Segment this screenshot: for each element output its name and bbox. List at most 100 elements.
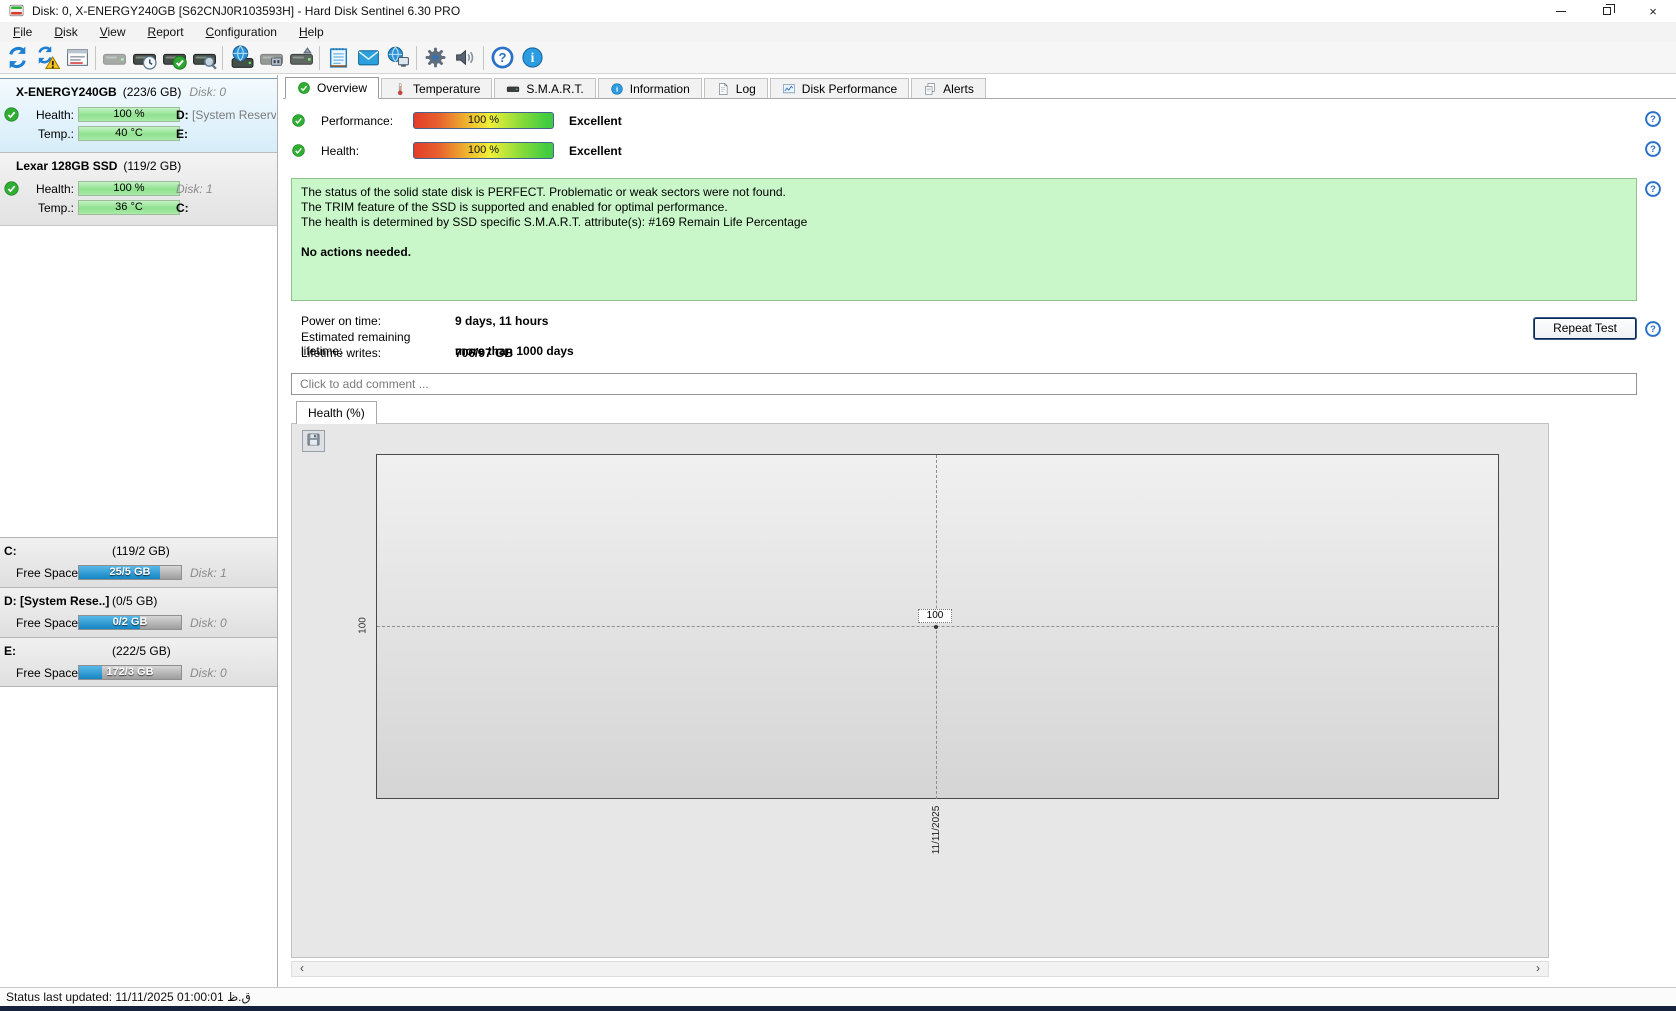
help-toolbar-button[interactable]: ? bbox=[487, 43, 517, 72]
settings-gear-toolbar-button[interactable] bbox=[420, 43, 450, 72]
partition-row-d[interactable]: D: [System Rese..] (0/5 GB) Free Space 0… bbox=[0, 587, 277, 637]
performance-rating: Excellent bbox=[569, 114, 622, 128]
tab-disk-performance[interactable]: Disk Performance bbox=[770, 78, 909, 98]
disk-plug-toolbar-button[interactable] bbox=[256, 43, 286, 72]
restore-icon bbox=[1603, 7, 1611, 15]
log-page-icon bbox=[716, 82, 730, 96]
disk-ok-icon bbox=[3, 106, 20, 123]
chart-horizontal-scrollbar[interactable]: ‹ › bbox=[291, 961, 1549, 977]
horizontal-gridline bbox=[377, 626, 1499, 627]
menu-report[interactable]: Report bbox=[137, 23, 195, 41]
partition-name: C: bbox=[4, 544, 17, 558]
floppy-save-icon bbox=[306, 432, 321, 450]
free-space-label: Free Space bbox=[16, 566, 78, 580]
partition-ref-bottom: C: bbox=[176, 201, 276, 215]
sound-toolbar-button[interactable] bbox=[450, 43, 480, 72]
menu-configuration[interactable]: Configuration bbox=[195, 23, 288, 41]
temp-bar: 36 °C bbox=[78, 200, 180, 215]
disk-eject-toolbar-button[interactable] bbox=[286, 43, 316, 72]
tab-information[interactable]: iInformation bbox=[598, 78, 702, 98]
performance-label: Performance: bbox=[321, 114, 393, 128]
y-axis-tick-label: 100 bbox=[358, 611, 369, 641]
stat-value: 706/97 GB bbox=[455, 346, 513, 360]
menu-file[interactable]: File bbox=[2, 23, 43, 41]
info-toolbar-button[interactable]: i bbox=[517, 43, 547, 72]
disk-status-toolbar-button[interactable] bbox=[62, 43, 92, 72]
menu-disk[interactable]: Disk bbox=[43, 23, 88, 41]
partition-size: (222/5 GB) bbox=[112, 644, 171, 658]
temp-label: Temp.: bbox=[22, 127, 74, 141]
repeat-test-help-icon[interactable]: ? bbox=[1644, 320, 1662, 338]
refresh-toolbar-button[interactable] bbox=[2, 43, 32, 72]
bottom-edge-strip bbox=[0, 1006, 1676, 1011]
free-space-bar: 25/5 GB bbox=[78, 565, 182, 580]
partition-row-e[interactable]: E: (222/5 GB) Free Space 172/3 GB Disk: … bbox=[0, 637, 277, 687]
disk-size: (119/2 GB) bbox=[123, 159, 181, 173]
app-icon bbox=[9, 3, 25, 19]
thermometer-icon bbox=[393, 82, 407, 96]
mail-toolbar-button[interactable] bbox=[353, 43, 383, 72]
disk-size: (223/6 GB) bbox=[123, 85, 182, 99]
partition-ref-top: D: [System Reserved bbox=[176, 108, 276, 122]
scroll-right-arrow-icon[interactable]: › bbox=[1530, 962, 1546, 976]
performance-row: Performance: 100 % Excellent bbox=[291, 112, 991, 129]
alerts-pages-icon bbox=[923, 82, 937, 96]
disk-toolbar-button[interactable] bbox=[99, 43, 129, 72]
svg-text:?: ? bbox=[498, 50, 506, 65]
performance-ok-icon bbox=[291, 113, 306, 131]
window-title: Disk: 0, X-ENERGY240GB [S62CNJ0R103593H]… bbox=[32, 4, 460, 18]
refresh-warning-toolbar-button[interactable] bbox=[32, 43, 62, 72]
disk-globe-toolbar-button[interactable] bbox=[226, 43, 256, 72]
toolbar-separator bbox=[416, 46, 417, 70]
toolbar-separator bbox=[95, 46, 96, 70]
notepad-toolbar-button[interactable] bbox=[323, 43, 353, 72]
tab-overview[interactable]: Overview bbox=[285, 77, 379, 99]
disk-list-panel: X-ENERGY240GB(223/6 GB)Disk: 0 Health: 1… bbox=[0, 75, 278, 987]
scroll-left-arrow-icon[interactable]: ‹ bbox=[294, 962, 310, 976]
menu-bar: File Disk View Report Configuration Help bbox=[0, 22, 1676, 42]
status-text-box: The status of the solid state disk is PE… bbox=[291, 178, 1637, 301]
status-line: The health is determined by SSD specific… bbox=[301, 215, 1627, 230]
tab-temperature[interactable]: Temperature bbox=[381, 78, 492, 98]
comment-input[interactable] bbox=[291, 373, 1637, 395]
svg-text:?: ? bbox=[1650, 114, 1656, 124]
temp-bar: 40 °C bbox=[78, 126, 180, 141]
status-help-icon[interactable]: ? bbox=[1644, 180, 1662, 198]
svg-text:i: i bbox=[616, 84, 618, 93]
menu-help[interactable]: Help bbox=[288, 23, 335, 41]
toolbar-separator bbox=[222, 46, 223, 70]
disk-entry-lexar[interactable]: Lexar 128GB SSD(119/2 GB) Health: 100 % … bbox=[0, 152, 277, 226]
save-chart-button[interactable] bbox=[302, 430, 325, 452]
health-bar: 100 % bbox=[78, 181, 180, 196]
tab-alerts[interactable]: Alerts bbox=[911, 78, 986, 98]
disk-clock-toolbar-button[interactable] bbox=[129, 43, 159, 72]
health-help-icon[interactable]: ? bbox=[1644, 140, 1662, 158]
partition-row-c[interactable]: C: (119/2 GB) Free Space 25/5 GB Disk: 1 bbox=[0, 537, 277, 587]
network-message-toolbar-button[interactable] bbox=[383, 43, 413, 72]
disk-entry-xenergy[interactable]: X-ENERGY240GB(223/6 GB)Disk: 0 Health: 1… bbox=[0, 78, 277, 152]
tab-log[interactable]: Log bbox=[704, 78, 768, 98]
stat-label: Lifetime writes: bbox=[301, 346, 455, 360]
menu-view[interactable]: View bbox=[89, 23, 137, 41]
tab-smart[interactable]: S.M.A.R.T. bbox=[494, 78, 595, 98]
toolbar-separator bbox=[483, 46, 484, 70]
data-point-marker bbox=[934, 625, 938, 629]
health-row: Health: 100 % Excellent bbox=[291, 142, 991, 159]
disk-title: Lexar 128GB SSD(119/2 GB) bbox=[16, 159, 181, 173]
repeat-test-button[interactable]: Repeat Test bbox=[1533, 317, 1637, 340]
health-chart-card: 100 100 11/11/2025 bbox=[291, 423, 1549, 958]
restore-button[interactable] bbox=[1584, 0, 1630, 22]
window-titlebar: Disk: 0, X-ENERGY240GB [S62CNJ0R103593H]… bbox=[0, 0, 1676, 22]
free-space-bar: 172/3 GB bbox=[78, 665, 182, 680]
data-point-value-box: 100 bbox=[918, 609, 952, 623]
health-chart-tab[interactable]: Health (%) bbox=[296, 401, 377, 424]
x-axis-date-label: 11/11/2025 bbox=[931, 801, 943, 859]
partition-size: (0/5 GB) bbox=[112, 594, 157, 608]
free-space-bar: 0/2 GB bbox=[78, 615, 182, 630]
health-label: Health: bbox=[321, 144, 359, 158]
performance-help-icon[interactable]: ? bbox=[1644, 110, 1662, 128]
minimize-button[interactable] bbox=[1538, 0, 1584, 22]
disk-search-toolbar-button[interactable] bbox=[189, 43, 219, 72]
disk-check-toolbar-button[interactable] bbox=[159, 43, 189, 72]
close-button[interactable]: × bbox=[1630, 0, 1676, 22]
